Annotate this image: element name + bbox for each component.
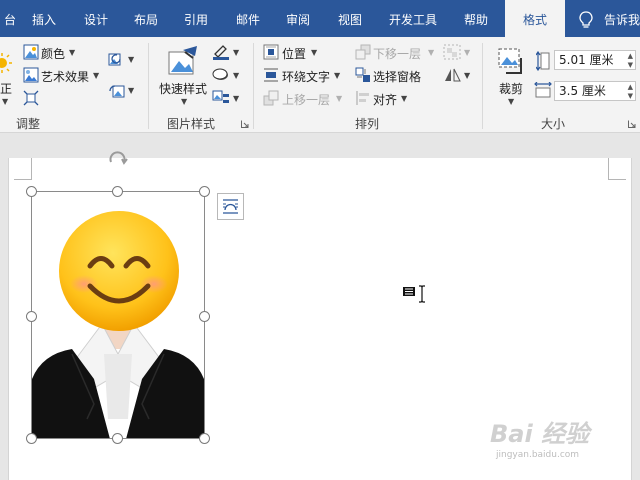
tab-help[interactable]: 帮助 bbox=[454, 0, 498, 37]
rotate-dropdown-arrow[interactable]: ▼ bbox=[464, 71, 470, 80]
picture-effects-icon[interactable] bbox=[212, 67, 230, 83]
tab-mailings[interactable]: 邮件 bbox=[226, 0, 270, 37]
resize-handle-bottom-right[interactable] bbox=[199, 433, 210, 444]
color-icon[interactable] bbox=[23, 44, 39, 60]
layout-options-button[interactable] bbox=[217, 193, 244, 220]
resize-handle-bottom-left[interactable] bbox=[26, 433, 37, 444]
change-picture-dropdown-arrow[interactable]: ▼ bbox=[128, 55, 134, 64]
tab-partial[interactable]: 台 bbox=[0, 0, 20, 37]
artistic-effects-dropdown-arrow[interactable]: ▼ bbox=[93, 71, 99, 80]
wrap-text-button[interactable]: 环绕文字 bbox=[282, 68, 330, 85]
send-backward-button: 下移一层 bbox=[373, 47, 422, 61]
wrap-text-icon[interactable] bbox=[263, 67, 279, 83]
group-separator bbox=[253, 43, 254, 129]
corrections-dropdown-arrow[interactable]: ▼ bbox=[2, 97, 8, 106]
picture-border-icon[interactable] bbox=[212, 44, 230, 60]
color-dropdown-arrow[interactable]: ▼ bbox=[69, 48, 75, 57]
picture-layout-icon[interactable] bbox=[212, 90, 230, 106]
resize-handle-left[interactable] bbox=[26, 311, 37, 322]
width-value: 3.5 厘米 bbox=[559, 84, 606, 98]
reset-picture-icon[interactable] bbox=[108, 82, 126, 100]
height-value: 5.01 厘米 bbox=[559, 53, 614, 67]
quick-styles-button[interactable]: 快速样式 bbox=[159, 80, 207, 97]
tab-design[interactable]: 设计 bbox=[74, 0, 118, 37]
text-cursor-icon bbox=[419, 285, 425, 303]
ribbon-tab-bar: 台 插入 设计 布局 引用 邮件 审阅 视图 开发工具 帮助 格式 告诉我 bbox=[0, 0, 640, 38]
selection-pane-icon[interactable] bbox=[355, 67, 371, 83]
picture-selection-frame bbox=[31, 191, 205, 439]
bring-forward-button: 上移一层 bbox=[282, 93, 331, 107]
tab-insert[interactable]: 插入 bbox=[22, 0, 66, 37]
watermark-title: Bai 经验 bbox=[490, 420, 590, 448]
height-input[interactable]: 5.01 厘米 ▲ ▼ bbox=[554, 50, 636, 70]
height-spin-up-icon[interactable]: ▲ bbox=[628, 52, 633, 60]
rotate-handle-icon[interactable] bbox=[107, 150, 129, 168]
group-objects-icon bbox=[443, 44, 461, 60]
tab-format[interactable]: 格式 bbox=[505, 0, 565, 38]
artistic-effects-icon[interactable] bbox=[23, 67, 39, 83]
arrange-group-label: 排列 bbox=[355, 117, 380, 131]
color-button[interactable]: 颜色 bbox=[41, 45, 65, 62]
send-backward-icon bbox=[355, 44, 371, 60]
send-backward-dropdown-arrow: ▼ bbox=[428, 48, 435, 57]
size-group-label: 大小 bbox=[541, 117, 566, 131]
height-icon bbox=[536, 51, 550, 71]
tell-me-box[interactable]: 告诉我 bbox=[604, 0, 640, 37]
width-icon bbox=[534, 82, 552, 98]
bring-forward-icon bbox=[263, 90, 279, 106]
rotate-icon[interactable] bbox=[443, 67, 461, 83]
margin-corner-mark bbox=[14, 158, 32, 180]
tab-layout[interactable]: 布局 bbox=[124, 0, 168, 37]
tab-view[interactable]: 视图 bbox=[328, 0, 372, 37]
width-spin-down-icon[interactable]: ▼ bbox=[628, 92, 633, 100]
align-icon[interactable] bbox=[355, 90, 371, 106]
compress-pictures-icon[interactable] bbox=[23, 90, 39, 106]
position-button[interactable]: 位置 bbox=[282, 45, 306, 62]
picture-effects-dropdown-arrow[interactable]: ▼ bbox=[233, 71, 239, 80]
reset-picture-dropdown-arrow[interactable]: ▼ bbox=[128, 86, 134, 95]
sun-corrections-icon[interactable] bbox=[0, 50, 14, 76]
tab-references[interactable]: 引用 bbox=[174, 0, 218, 37]
group-separator bbox=[482, 43, 483, 129]
quick-styles-dropdown-arrow[interactable]: ▼ bbox=[181, 97, 187, 106]
resize-handle-right[interactable] bbox=[199, 311, 210, 322]
position-dropdown-arrow[interactable]: ▼ bbox=[311, 48, 317, 57]
resize-handle-bottom[interactable] bbox=[112, 433, 123, 444]
adjust-group-label: 调整 bbox=[16, 117, 41, 131]
group-objects-dropdown-arrow: ▼ bbox=[464, 48, 471, 57]
dialog-launcher-icon[interactable] bbox=[241, 120, 249, 128]
crop-button[interactable]: 裁剪 bbox=[499, 80, 523, 97]
wrap-text-dropdown-arrow[interactable]: ▼ bbox=[334, 71, 340, 80]
width-spin-up-icon[interactable]: ▲ bbox=[628, 83, 633, 91]
align-button[interactable]: 对齐 bbox=[373, 91, 397, 108]
resize-handle-top-right[interactable] bbox=[199, 186, 210, 197]
position-icon[interactable] bbox=[263, 44, 279, 60]
anchor-icon bbox=[403, 287, 415, 296]
crop-dropdown-arrow[interactable]: ▼ bbox=[508, 97, 514, 106]
picture-layout-dropdown-arrow[interactable]: ▼ bbox=[233, 94, 239, 103]
artistic-effects-button[interactable]: 艺术效果 bbox=[41, 68, 89, 85]
dialog-launcher-icon[interactable] bbox=[628, 120, 636, 128]
resize-handle-top-left[interactable] bbox=[26, 186, 37, 197]
corrections-button[interactable]: 正 bbox=[0, 80, 12, 97]
watermark-url: jingyan.baidu.com bbox=[496, 450, 580, 460]
picture-border-dropdown-arrow[interactable]: ▼ bbox=[233, 48, 239, 57]
picture-styles-group-label: 图片样式 bbox=[167, 117, 216, 131]
selection-pane-button[interactable]: 选择窗格 bbox=[373, 68, 421, 85]
tab-review[interactable]: 审阅 bbox=[276, 0, 320, 37]
margin-corner-mark bbox=[608, 158, 626, 180]
group-separator bbox=[148, 43, 149, 129]
tab-developer[interactable]: 开发工具 bbox=[380, 0, 446, 37]
layout-options-icon bbox=[223, 199, 238, 214]
lightbulb-icon[interactable] bbox=[578, 11, 594, 29]
width-input[interactable]: 3.5 厘米 ▲ ▼ bbox=[554, 81, 636, 101]
baidu-watermark: Bai 经验 jingyan.baidu.com bbox=[490, 408, 630, 464]
crop-icon[interactable] bbox=[496, 46, 526, 76]
quick-styles-icon[interactable] bbox=[167, 46, 199, 78]
resize-handle-top[interactable] bbox=[112, 186, 123, 197]
bring-forward-dropdown-arrow: ▼ bbox=[336, 94, 343, 103]
height-spin-down-icon[interactable]: ▼ bbox=[628, 61, 633, 69]
align-dropdown-arrow[interactable]: ▼ bbox=[401, 94, 407, 103]
change-picture-icon[interactable] bbox=[108, 51, 126, 69]
